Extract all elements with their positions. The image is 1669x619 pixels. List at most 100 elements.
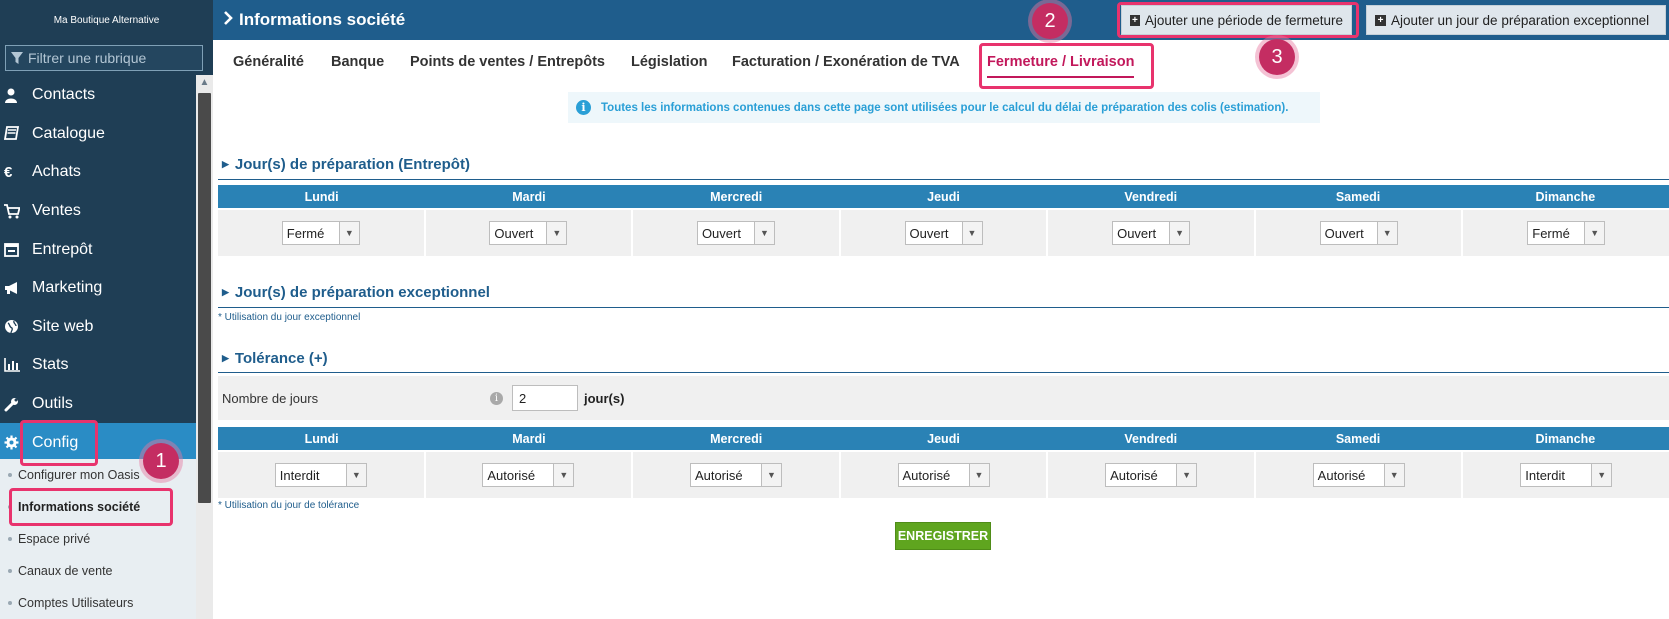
section-title-text: Jour(s) de préparation (Entrepôt) [234,156,470,173]
section-divider [218,307,1669,308]
sidebar-item-site-web[interactable]: Site web [0,308,196,347]
sidebar-item-ventes[interactable]: Ventes [0,192,196,231]
subnav-label: Configurer mon Oasis [18,468,140,482]
bullet-icon [8,473,12,477]
select-value: Interdit [1525,467,1565,483]
book-icon [4,126,28,141]
subnav-item-canaux-de-vente[interactable]: Canaux de vente [0,555,196,587]
exceptional-note: * Utilisation du jour exceptionnel [218,312,361,323]
filter-icon [6,51,28,65]
bullet-icon [8,601,12,605]
caret-right-icon: ▶ [222,353,229,363]
chevron-down-icon: ▼ [760,464,781,486]
step-badge-3: 3 [1259,39,1295,75]
select-value: Ouvert [909,225,949,241]
day-cell: Fermé ▼ [1463,210,1669,256]
day-header: Samedi [1335,189,1381,204]
section-preparation-title[interactable]: ▶ Jour(s) de préparation (Entrepôt) [222,156,470,173]
section-divider [218,372,1669,373]
brand-name: Ma Boutique Alternative [53,14,160,26]
save-button[interactable]: ENREGISTRER [895,522,991,550]
tab-banque[interactable]: Banque [331,40,384,84]
preparation-select-mardi[interactable]: Ouvert ▼ [489,221,568,245]
tolerance-select-lundi[interactable]: Interdit ▼ [274,463,367,487]
tolerance-select-mercredi[interactable]: Autorisé ▼ [689,463,782,487]
highlight-config [20,420,98,466]
section-title-text: Jour(s) de préparation exceptionnel [234,284,490,301]
highlight-tab-fermeture [979,43,1154,89]
sidebar-item-label: Contacts [32,86,96,104]
day-header: Mercredi [710,431,763,446]
section-tolerance-title[interactable]: ▶ Tolérance (+) [222,350,328,367]
section-exceptional-title[interactable]: ▶ Jour(s) de préparation exceptionnel [222,284,490,301]
chevron-down-icon: ▼ [961,222,982,244]
add-exceptional-day-button[interactable]: + Ajouter un jour de préparation excepti… [1366,5,1666,35]
preparation-select-jeudi[interactable]: Ouvert ▼ [904,221,983,245]
day-header: Dimanche [1535,431,1596,446]
select-value: Autorisé [902,467,951,483]
tolerance-select-samedi[interactable]: Autorisé ▼ [1312,463,1405,487]
day-cell: Autorisé ▼ [1048,452,1256,498]
tolerance-select-vendredi[interactable]: Autorisé ▼ [1105,463,1198,487]
sidebar-item-outils[interactable]: Outils [0,385,196,424]
sidebar-item-label: Marketing [32,279,103,297]
day-header: Mardi [512,189,546,204]
select-value: Fermé [1532,225,1570,241]
filter-input[interactable]: Filtrer une rubrique [5,45,203,71]
subnav-label: Comptes Utilisateurs [18,596,134,610]
select-value: Autorisé [1317,467,1366,483]
preparation-select-lundi[interactable]: Fermé ▼ [281,221,360,245]
sidebar-item-contacts[interactable]: Contacts [0,76,196,115]
preparation-select-dimanche[interactable]: Fermé ▼ [1527,221,1606,245]
select-value: Autorisé [487,467,536,483]
day-cell: Autorisé ▼ [426,452,634,498]
tolerance-days-label: Nombre de jours [222,390,319,406]
subnav-label: Espace privé [18,532,91,546]
info-message: i Toutes les informations contenues dans… [568,92,1320,123]
scrollbar-thumb[interactable] [198,93,211,503]
step-badge-2: 2 [1032,3,1068,39]
day-cell: Autorisé ▼ [1256,452,1464,498]
sidebar-scrollbar[interactable]: ▲ [196,75,213,619]
day-header: Jeudi [927,431,960,446]
warehouse-icon [4,242,28,257]
chevron-down-icon: ▼ [546,222,567,244]
sidebar-nav: Contacts Catalogue € Achats Ventes Entre… [0,76,196,462]
tab-generalite[interactable]: Généralité [233,40,304,84]
preparation-select-samedi[interactable]: Ouvert ▼ [1319,221,1398,245]
scroll-up-icon[interactable]: ▲ [199,77,210,88]
tolerance-days-input[interactable]: 2 [512,385,578,411]
subnav-label: Canaux de vente [18,564,113,578]
sidebar-item-stats[interactable]: Stats [0,346,196,385]
sidebar-item-achats[interactable]: € Achats [0,153,196,192]
select-value: Interdit [279,467,320,483]
megaphone-icon [4,281,28,295]
chevron-down-icon: ▼ [968,464,989,486]
preparation-select-vendredi[interactable]: Ouvert ▼ [1112,221,1191,245]
select-value: Ouvert [1117,225,1157,241]
subnav-item-espace-prive[interactable]: Espace privé [0,523,196,555]
tolerance-select-jeudi[interactable]: Autorisé ▼ [897,463,990,487]
tab-legislation[interactable]: Législation [631,40,708,84]
sidebar-item-catalogue[interactable]: Catalogue [0,115,196,154]
cart-icon [4,203,28,219]
subnav-item-comptes-utilisateurs[interactable]: Comptes Utilisateurs [0,587,196,619]
step-badge-1: 1 [143,443,179,479]
chevron-right-icon [223,10,233,30]
day-cell: Fermé ▼ [218,210,426,256]
tab-points-de-ventes[interactable]: Points de ventes / Entrepôts [410,40,605,84]
tolerance-select-mardi[interactable]: Autorisé ▼ [482,463,575,487]
preparation-select-mercredi[interactable]: Ouvert ▼ [696,221,775,245]
day-cell: Ouvert ▼ [1256,210,1464,256]
wrench-icon [4,397,28,412]
tolerance-select-dimanche[interactable]: Interdit ▼ [1520,463,1613,487]
tab-facturation[interactable]: Facturation / Exonération de TVA [732,40,960,84]
sidebar-item-marketing[interactable]: Marketing [0,269,196,308]
select-value: Ouvert [701,225,741,241]
bar-chart-icon [4,358,28,373]
sidebar-item-entrepot[interactable]: Entrepôt [0,230,196,269]
chevron-down-icon: ▼ [1176,464,1197,486]
info-icon[interactable]: i [490,391,503,405]
tolerance-days-row: Nombre de jours i 2 jour(s) [218,376,1669,420]
chevron-down-icon: ▼ [553,464,574,486]
